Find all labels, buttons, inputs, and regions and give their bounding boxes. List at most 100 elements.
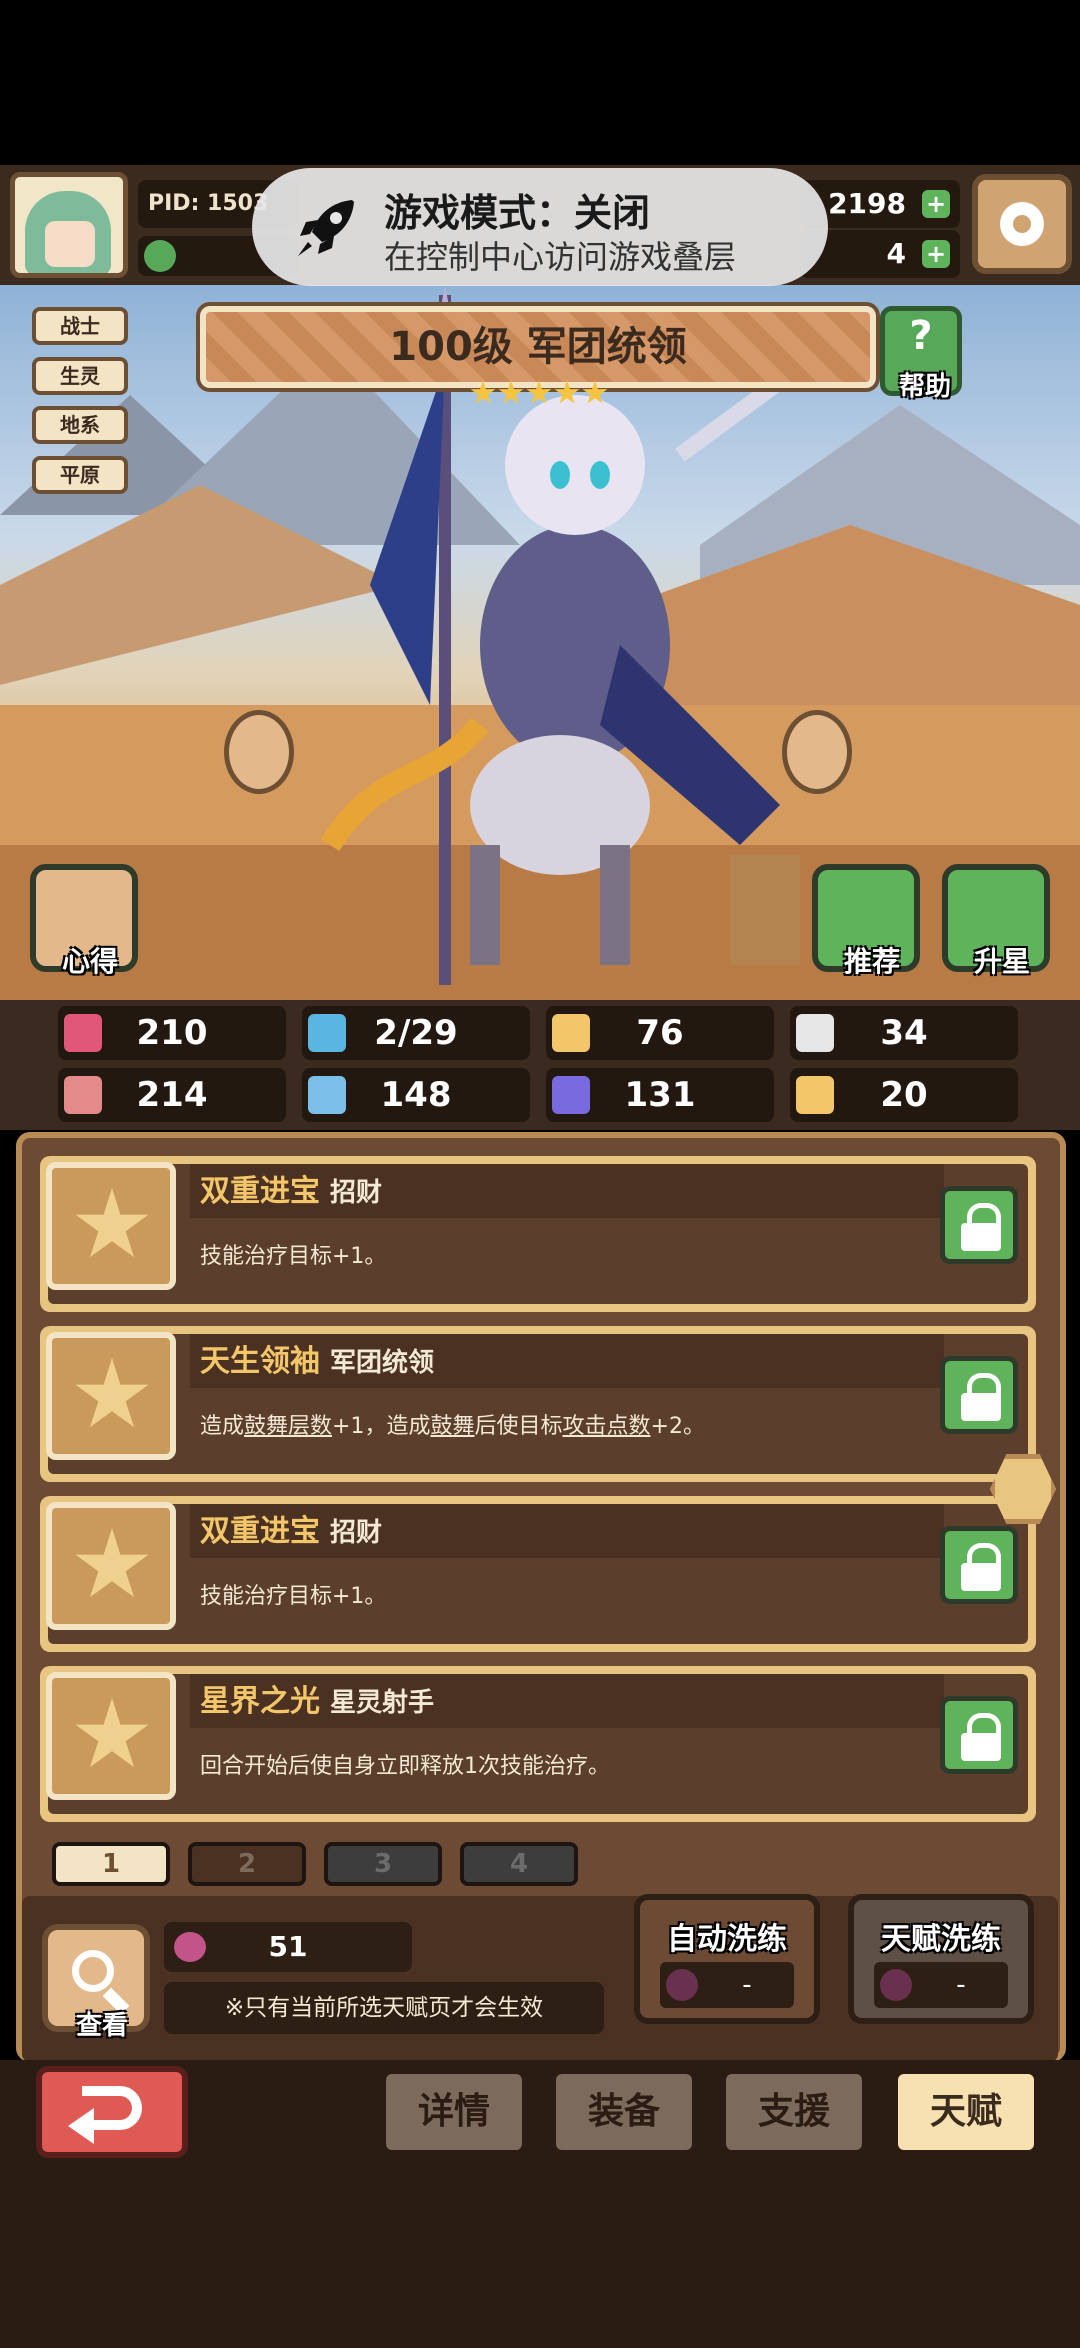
talent-desc: 回合开始后使自身立即释放1次技能治疗。 [200, 1754, 610, 1779]
shield-icon [552, 1014, 590, 1052]
stat-defense-value: 76 [636, 1013, 684, 1053]
fruit-count: 51 [268, 1930, 308, 1963]
hero-tag-class: 战士 [32, 307, 128, 345]
talent-source: 招财 [330, 1518, 383, 1548]
gold-value: 2198 [828, 187, 906, 220]
star-icon [75, 1188, 149, 1258]
upgrade-star-label: 升星 [973, 945, 1030, 978]
gem-value: 4 [886, 237, 906, 270]
talent-source: 招财 [330, 1178, 383, 1208]
keyword-link[interactable]: 攻击点数 [563, 1414, 651, 1439]
talent-card[interactable]: 星界之光 星灵射手 回合开始后使自身立即释放1次技能治疗。 [40, 1666, 1036, 1822]
talent-source: 星灵射手 [330, 1688, 435, 1718]
talent-slot [46, 1162, 176, 1290]
star-icon [498, 380, 524, 404]
settings-button[interactable] [972, 174, 1072, 274]
upgrade-star-button[interactable]: 升星 [942, 864, 1050, 978]
overlay-title: 游戏模式：关闭 [384, 191, 651, 235]
talent-slot [46, 1502, 176, 1630]
talent-wash-label: 天赋洗练 [881, 1922, 1001, 1957]
fruit-counter: 51 [164, 1922, 412, 1972]
talent-page-tab-1[interactable]: 1 [52, 1842, 170, 1886]
recommend-label: 推荐 [843, 945, 900, 978]
talent-page-tab-2[interactable]: 2 [188, 1842, 306, 1886]
scroll-icon [552, 1076, 590, 1114]
stat-speed-value: 34 [880, 1013, 928, 1053]
book-icon [308, 1076, 346, 1114]
prev-hero-button[interactable] [224, 710, 294, 794]
lock-icon[interactable] [940, 1186, 1018, 1264]
fist-icon [64, 1076, 102, 1114]
horseshoe-icon [796, 1076, 834, 1114]
talent-desc: 技能治疗目标+1。 [200, 1244, 387, 1269]
lock-icon[interactable] [940, 1356, 1018, 1434]
fruit-icon [174, 1932, 206, 1962]
help-button[interactable]: ? 帮助 [880, 306, 962, 402]
view-label: 查看 [75, 2011, 128, 2041]
hero-title-banner: 100级 军团统领 [196, 302, 880, 392]
stat-hp-value: 210 [136, 1013, 208, 1053]
talent-name: 双重进宝 招财 [200, 1174, 383, 1209]
talent-card[interactable]: 天生领袖 军团统领 造成鼓舞层数+1，造成鼓舞后使目标攻击点数+2。 [40, 1326, 1036, 1482]
stat-resist-value: 131 [624, 1075, 696, 1115]
keyword-link[interactable]: 鼓舞 [430, 1414, 474, 1439]
stat-attack: 214 [58, 1068, 286, 1122]
keyword-link[interactable]: 鼓舞层数 [244, 1414, 332, 1439]
back-button[interactable] [36, 2066, 188, 2158]
game-mode-overlay[interactable]: 游戏模式：关闭 在控制中心访问游戏叠层 [252, 168, 828, 286]
heart-icon [64, 1014, 102, 1052]
talent-card[interactable]: 双重进宝 招财 技能治疗目标+1。 [40, 1496, 1036, 1652]
talent-name: 天生领袖 军团统领 [200, 1344, 435, 1379]
stat-mana: 2/29 [302, 1006, 530, 1060]
stat-mana-value: 2/29 [374, 1013, 458, 1053]
water-drop-icon [308, 1014, 346, 1052]
star-icon [75, 1528, 149, 1598]
nav-talent-button[interactable]: 天赋 [892, 2068, 1040, 2156]
talent-desc: 造成鼓舞层数+1，造成鼓舞后使目标攻击点数+2。 [200, 1414, 705, 1439]
talent-card[interactable]: 双重进宝 招财 技能治疗目标+1。 [40, 1156, 1036, 1312]
talent-page-tab-4[interactable]: 4 [460, 1842, 578, 1886]
stats-panel: 210 2/29 76 34 214 148 131 20 [0, 1000, 1080, 1130]
fruit-icon [666, 1969, 698, 2001]
talent-source: 军团统领 [330, 1348, 435, 1378]
stat-attack-value: 214 [136, 1075, 208, 1115]
talent-name: 双重进宝 招财 [200, 1514, 383, 1549]
wing-icon [796, 1014, 834, 1052]
talent-page-notice: ※只有当前所选天赋页才会生效 [164, 1982, 604, 2034]
magnifier-icon [72, 1950, 114, 1992]
add-gem-button[interactable]: + [922, 240, 950, 268]
rocket-icon [298, 200, 354, 256]
talent-page-tab-3[interactable]: 3 [324, 1842, 442, 1886]
star-icon [554, 380, 580, 404]
lock-icon[interactable] [940, 1696, 1018, 1774]
clover-icon [144, 240, 176, 272]
auto-wash-label: 自动洗练 [667, 1922, 787, 1957]
talent-wash-cost: - [956, 1970, 966, 2000]
lock-icon[interactable] [940, 1526, 1018, 1604]
overlay-subtitle: 在控制中心访问游戏叠层 [384, 238, 737, 276]
talent-slot [46, 1672, 176, 1800]
auto-wash-button[interactable]: 自动洗练 - [634, 1894, 820, 2024]
insight-button[interactable]: 心得 [30, 864, 138, 978]
talent-name: 星界之光 星灵射手 [200, 1684, 435, 1719]
nav-details-button[interactable]: 详情 [380, 2068, 528, 2156]
talent-desc: 技能治疗目标+1。 [200, 1584, 387, 1609]
player-avatar[interactable] [10, 172, 128, 278]
star-icon [75, 1698, 149, 1768]
hero-tag-element: 地系 [32, 406, 128, 444]
star-rating [470, 380, 620, 414]
gear-icon [1000, 202, 1044, 246]
view-button[interactable]: 查看 [42, 1924, 150, 2041]
next-hero-button[interactable] [782, 710, 852, 794]
talent-wash-button[interactable]: 天赋洗练 - [848, 1894, 1034, 2024]
add-gold-button[interactable]: + [922, 190, 950, 218]
insight-label: 心得 [61, 945, 118, 978]
question-icon: ? [909, 313, 933, 359]
stat-luck: 20 [790, 1068, 1018, 1122]
stat-luck-value: 20 [880, 1075, 928, 1115]
nav-equip-button[interactable]: 装备 [550, 2068, 698, 2156]
recommend-button[interactable]: 推荐 [812, 864, 920, 978]
nav-support-button[interactable]: 支援 [720, 2068, 868, 2156]
stat-magic: 148 [302, 1068, 530, 1122]
hero-tag-terrain: 平原 [32, 456, 128, 494]
